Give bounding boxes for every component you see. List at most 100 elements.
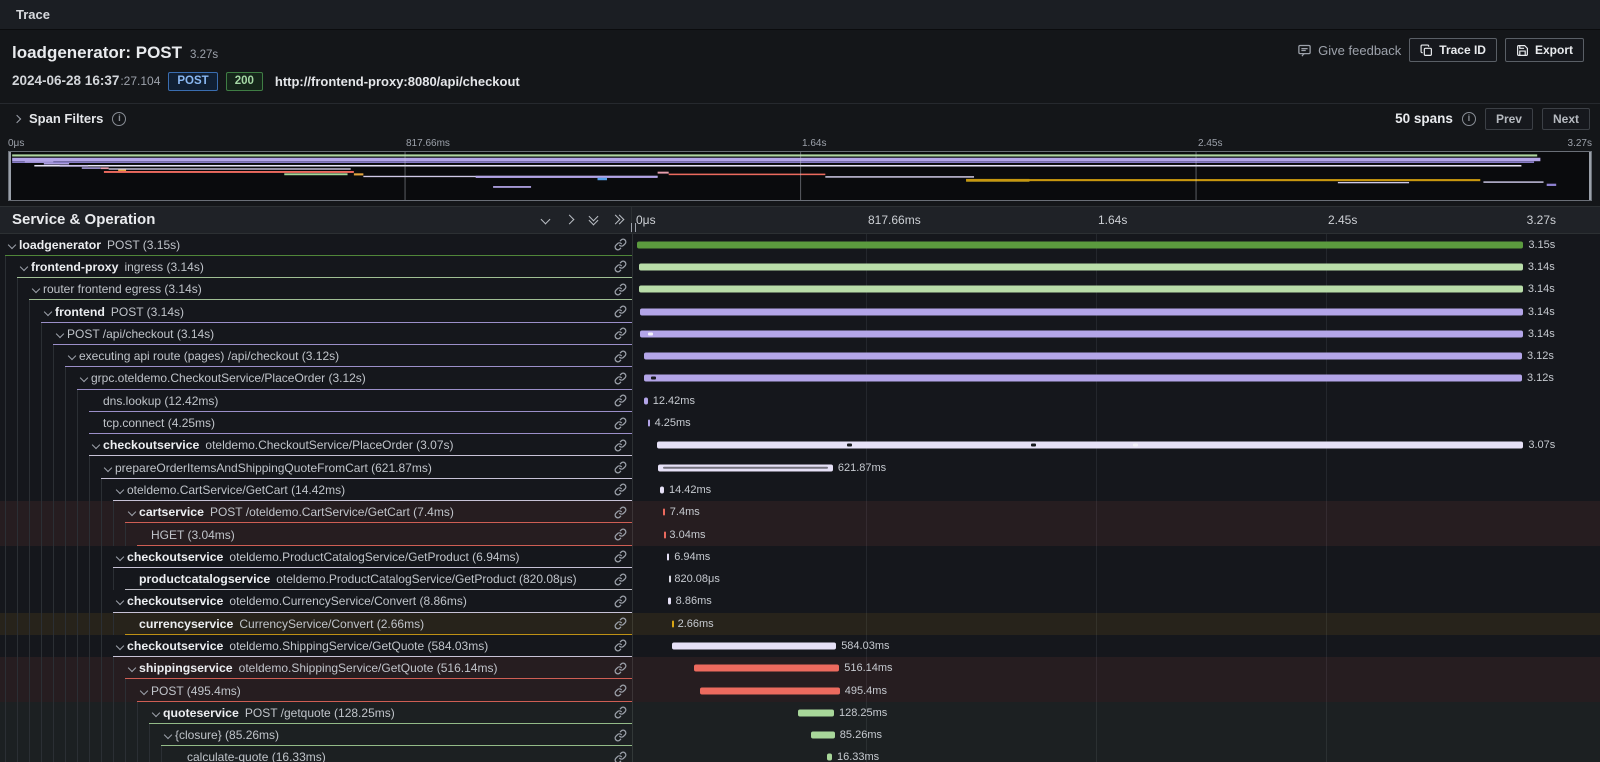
span-row[interactable]: oteldemo.CartService/GetCart (14.42ms)14…	[0, 479, 1600, 501]
span-link-icon link-icon[interactable]	[608, 260, 632, 273]
collapse-span-toggle chevron-down-icon[interactable]	[65, 353, 79, 359]
span-duration-bar[interactable]	[798, 709, 834, 716]
span-duration-bar[interactable]	[668, 598, 670, 605]
span-duration-bar[interactable]	[640, 330, 1523, 337]
span-row[interactable]: frontend-proxyingress (3.14s)3.14s	[0, 256, 1600, 278]
span-link-icon link-icon[interactable]	[608, 483, 632, 496]
span-link-icon link-icon[interactable]	[608, 729, 632, 742]
minimap-canvas[interactable]	[8, 151, 1592, 201]
info-circle-icon[interactable]	[112, 112, 126, 126]
span-duration-bar[interactable]	[827, 754, 832, 761]
span-row[interactable]: productcatalogserviceoteldemo.ProductCat…	[0, 568, 1600, 590]
span-row[interactable]: router frontend egress (3.14s)3.14s	[0, 278, 1600, 300]
collapse-span-toggle chevron-down-icon[interactable]	[89, 442, 103, 448]
span-link-icon link-icon[interactable]	[608, 684, 632, 697]
prev-button[interactable]: Prev	[1485, 108, 1533, 130]
collapse-span-toggle chevron-down-icon[interactable]	[149, 710, 163, 716]
span-duration-bar[interactable]	[644, 353, 1522, 360]
collapse-span-toggle chevron-down-icon[interactable]	[113, 643, 127, 649]
minimap-right-handle[interactable]	[1589, 152, 1591, 200]
span-link-icon link-icon[interactable]	[608, 372, 632, 385]
span-duration-bar[interactable]	[648, 420, 650, 427]
span-link-icon link-icon[interactable]	[608, 706, 632, 719]
span-row[interactable]: dns.lookup (12.42ms)12.42ms	[0, 390, 1600, 412]
span-row[interactable]: checkoutserviceoteldemo.ProductCatalogSe…	[0, 546, 1600, 568]
span-row[interactable]: tcp.connect (4.25ms)4.25ms	[0, 412, 1600, 434]
span-link-icon link-icon[interactable]	[608, 305, 632, 318]
collapse-span-toggle chevron-down-icon[interactable]	[137, 688, 151, 694]
span-row[interactable]: POST (495.4ms)495.4ms	[0, 679, 1600, 701]
collapse-span-toggle chevron-down-icon[interactable]	[113, 598, 127, 604]
span-row[interactable]: calculate-quote (16.33ms)16.33ms	[0, 746, 1600, 762]
span-row[interactable]: {closure} (85.26ms)85.26ms	[0, 724, 1600, 746]
collapse-span-toggle chevron-down-icon[interactable]	[125, 665, 139, 671]
span-row[interactable]: shippingserviceoteldemo.ShippingService/…	[0, 657, 1600, 679]
span-link-icon link-icon[interactable]	[608, 394, 632, 407]
collapse-span-toggle chevron-down-icon[interactable]	[101, 465, 115, 471]
trace-id-button[interactable]: Trace ID	[1409, 38, 1497, 62]
span-row[interactable]: checkoutserviceoteldemo.CurrencyService/…	[0, 590, 1600, 612]
span-link-icon link-icon[interactable]	[608, 350, 632, 363]
span-duration-bar[interactable]	[644, 397, 647, 404]
collapse-span-toggle chevron-down-icon[interactable]	[125, 509, 139, 515]
span-row[interactable]: cartservicePOST /oteldemo.CartService/Ge…	[0, 501, 1600, 523]
collapse-span-toggle chevron-down-icon[interactable]	[77, 375, 91, 381]
span-row[interactable]: frontendPOST (3.14s)3.14s	[0, 300, 1600, 322]
span-duration-bar[interactable]	[639, 263, 1523, 270]
collapse-span-toggle chevron-down-icon[interactable]	[161, 732, 175, 738]
span-duration-bar[interactable]	[663, 509, 665, 516]
collapse-span-toggle chevron-down-icon[interactable]	[113, 487, 127, 493]
span-duration-bar[interactable]	[700, 687, 839, 694]
collapse-span-toggle chevron-down-icon[interactable]	[53, 331, 67, 337]
span-row[interactable]: prepareOrderItemsAndShippingQuoteFromCar…	[0, 456, 1600, 478]
span-duration-bar[interactable]	[640, 308, 1523, 315]
collapse-span-toggle chevron-down-icon[interactable]	[113, 554, 127, 560]
collapse-span-toggle chevron-down-icon[interactable]	[41, 309, 55, 315]
span-duration-bar[interactable]	[672, 642, 836, 649]
span-row[interactable]: quoteservicePOST /getquote (128.25ms)128…	[0, 702, 1600, 724]
span-link-icon link-icon[interactable]	[608, 461, 632, 474]
span-row[interactable]: currencyserviceCurrencyService/Convert (…	[0, 613, 1600, 635]
span-duration-bar[interactable]	[637, 241, 1523, 248]
span-link-icon link-icon[interactable]	[608, 506, 632, 519]
span-link-icon link-icon[interactable]	[608, 439, 632, 452]
span-duration-bar[interactable]	[694, 665, 839, 672]
span-link-icon link-icon[interactable]	[608, 417, 632, 430]
span-row[interactable]: checkoutserviceoteldemo.ShippingService/…	[0, 635, 1600, 657]
span-row[interactable]: checkoutserviceoteldemo.CheckoutService/…	[0, 434, 1600, 456]
span-link-icon link-icon[interactable]	[608, 573, 632, 586]
minimap-left-handle[interactable]	[9, 152, 11, 200]
span-duration-bar[interactable]	[657, 442, 1523, 449]
span-duration-bar[interactable]	[639, 286, 1523, 293]
collapse-all-button double-chevron-down-icon[interactable]	[583, 210, 603, 230]
expand-all-button double-chevron-right-icon[interactable]	[607, 210, 627, 230]
span-duration-bar[interactable]	[658, 464, 833, 471]
span-duration-bar[interactable]	[660, 486, 664, 493]
span-link-icon link-icon[interactable]	[608, 550, 632, 563]
span-filters-toggle[interactable]: Span Filters	[14, 111, 126, 126]
span-row[interactable]: loadgeneratorPOST (3.15s)3.15s	[0, 234, 1600, 256]
span-link-icon link-icon[interactable]	[608, 327, 632, 340]
next-button[interactable]: Next	[1542, 108, 1590, 130]
span-duration-bar[interactable]	[644, 375, 1522, 382]
collapse-span-toggle chevron-down-icon[interactable]	[29, 286, 43, 292]
span-link-icon link-icon[interactable]	[608, 639, 632, 652]
span-link-icon link-icon[interactable]	[608, 662, 632, 675]
span-row[interactable]: HGET (3.04ms)3.04ms	[0, 523, 1600, 545]
info-circle-icon[interactable]	[1462, 112, 1476, 126]
collapse-span-toggle chevron-down-icon[interactable]	[5, 242, 19, 248]
span-row[interactable]: executing api route (pages) /api/checkou…	[0, 345, 1600, 367]
span-duration-bar[interactable]	[664, 531, 666, 538]
span-link-icon link-icon[interactable]	[608, 751, 632, 762]
span-link-icon link-icon[interactable]	[608, 528, 632, 541]
span-duration-bar[interactable]	[672, 620, 674, 627]
span-duration-bar[interactable]	[811, 732, 835, 739]
span-link-icon link-icon[interactable]	[608, 238, 632, 251]
span-row[interactable]: grpc.oteldemo.CheckoutService/PlaceOrder…	[0, 367, 1600, 389]
span-link-icon link-icon[interactable]	[608, 283, 632, 296]
span-link-icon link-icon[interactable]	[608, 617, 632, 630]
expand-one-button chevron-right-icon[interactable]	[559, 210, 579, 230]
panel-resize-grip[interactable]	[631, 223, 636, 232]
span-row[interactable]: POST /api/checkout (3.14s)3.14s	[0, 323, 1600, 345]
export-button[interactable]: Export	[1505, 38, 1584, 62]
